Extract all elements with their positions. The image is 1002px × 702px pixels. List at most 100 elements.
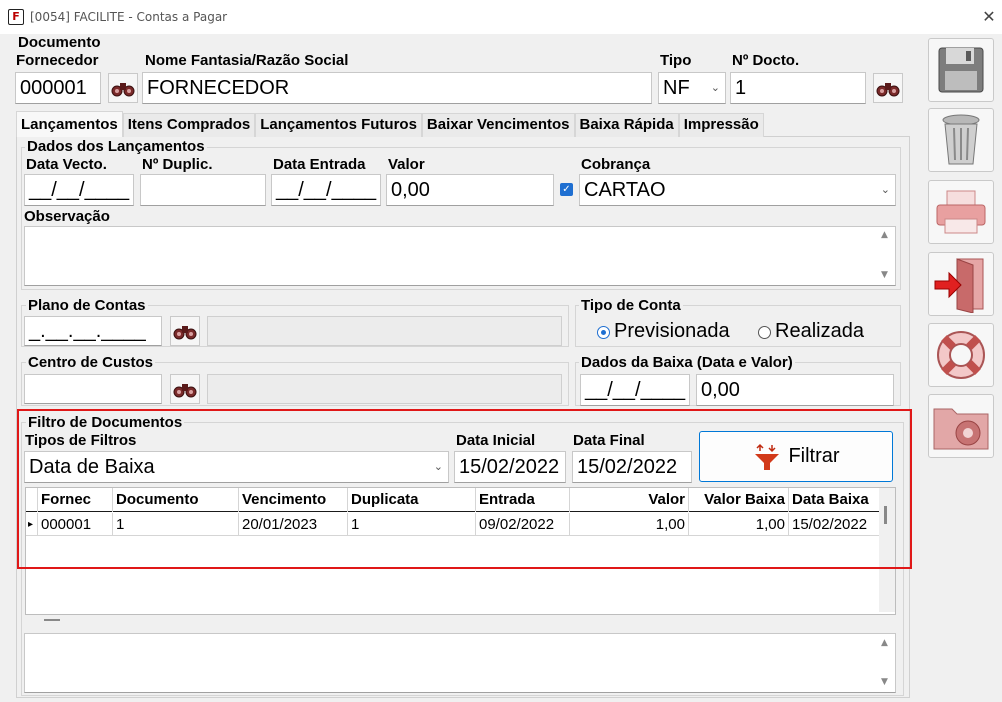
tipos-filtros-select[interactable]: Data de Baixa ⌄ [24, 451, 449, 483]
cobranca-checkbox[interactable]: ✓ [560, 183, 573, 196]
tab-baixar-vencimentos[interactable]: Baixar Vencimentos [421, 113, 575, 137]
nduplic-field[interactable] [140, 174, 266, 206]
memo-textarea[interactable] [24, 633, 896, 693]
cell-fornec: 000001 [38, 513, 113, 536]
tipo-select[interactable]: NF ⌄ [658, 72, 726, 104]
data-final-label: Data Final [573, 432, 645, 449]
plano-code-field[interactable]: _.__.__.____ [24, 316, 162, 346]
search-documento-button[interactable] [873, 73, 903, 103]
fornecedor-label: Fornecedor [16, 52, 99, 69]
grid-col-vencimento[interactable]: Vencimento [239, 488, 348, 512]
observacao-textarea[interactable] [24, 226, 896, 286]
exit-door-icon [934, 258, 984, 313]
settings-button[interactable] [928, 394, 994, 458]
lifebuoy-icon [937, 331, 985, 379]
printer-icon [936, 190, 986, 234]
table-row[interactable]: ▸ 000001 1 20/01/2023 1 09/02/2022 1,00 … [26, 513, 879, 536]
search-fornecedor-button[interactable] [108, 73, 138, 103]
filtro-group-label: Filtro de Documentos [26, 414, 185, 431]
chevron-down-icon: ⌄ [710, 82, 720, 94]
documento-label: Documento [18, 34, 101, 51]
save-button[interactable] [928, 38, 994, 102]
cell-documento: 1 [113, 513, 239, 536]
row-indicator-icon: ▸ [26, 513, 38, 536]
baixa-label: Dados da Baixa (Data e Valor) [579, 354, 795, 371]
tipo-select-value: NF [663, 77, 690, 99]
cell-vencimento: 20/01/2023 [239, 513, 348, 536]
cell-entrada: 09/02/2022 [476, 513, 570, 536]
scroll-down-icon[interactable]: ▼ [881, 270, 888, 280]
grid-col-valor[interactable]: Valor [570, 488, 689, 512]
baixa-valor-field[interactable]: 0,00 [696, 374, 894, 406]
window-title: [0054] FACILITE - Contas a Pagar [30, 10, 228, 24]
grid-bottom-edge [26, 612, 879, 614]
tab-baixa-rapida[interactable]: Baixa Rápida [574, 113, 679, 137]
app-logo-icon: F [8, 9, 24, 25]
chevron-down-icon: ⌄ [433, 461, 443, 473]
ndocto-label: Nº Docto. [732, 52, 800, 69]
data-inicial-label: Data Inicial [456, 432, 536, 449]
trash-icon [942, 114, 980, 165]
tab-lancamentos-futuros[interactable]: Lançamentos Futuros [255, 113, 422, 137]
cell-data-baixa: 15/02/2022 [792, 516, 868, 533]
data-inicial-field[interactable]: 15/02/2022 [454, 451, 566, 483]
grid-col-data-baixa[interactable]: Data Baixa [789, 488, 879, 512]
centro-desc-field [207, 374, 562, 404]
filtrar-button[interactable]: Filtrar [699, 431, 893, 482]
tipo-conta-label: Tipo de Conta [579, 297, 683, 314]
radio-realizada[interactable] [758, 326, 771, 339]
help-button[interactable] [928, 323, 994, 387]
scroll-up-icon[interactable]: ▲ [881, 638, 888, 648]
cobranca-select[interactable]: CARTAO ⌄ [579, 174, 896, 206]
radio-previsionada[interactable] [597, 326, 610, 339]
documents-grid[interactable]: Fornec Documento Vencimento Duplicata En… [25, 487, 896, 615]
cobranca-label: Cobrança [581, 156, 651, 173]
nome-field[interactable]: FORNECEDOR [142, 72, 652, 104]
close-icon[interactable]: ✕ [976, 4, 1002, 30]
binoculars-icon [876, 83, 900, 97]
data-entrada-label: Data Entrada [273, 156, 366, 173]
grid-horizontal-scroll-thumb[interactable] [44, 619, 60, 621]
valor-label: Valor [388, 156, 425, 173]
grid-vertical-scrollbar[interactable] [879, 488, 895, 612]
lancamentos-group-label: Dados dos Lançamentos [25, 138, 207, 155]
exit-button[interactable] [928, 252, 994, 316]
nduplic-label: Nº Duplic. [142, 156, 213, 173]
radio-previsionada-label: Previsionada [614, 320, 730, 342]
scroll-up-icon[interactable]: ▲ [881, 230, 888, 240]
tab-bar: Lançamentos Itens Comprados Lançamentos … [16, 111, 764, 137]
search-centro-button[interactable] [170, 374, 200, 404]
centro-code-field[interactable] [24, 374, 162, 404]
data-vecto-field[interactable]: __/__/____ [24, 174, 134, 206]
title-bar: F [0054] FACILITE - Contas a Pagar ✕ [0, 0, 1002, 34]
grid-scroll-thumb[interactable] [884, 506, 887, 524]
print-button[interactable] [928, 180, 994, 244]
tipos-filtros-value: Data de Baixa [29, 456, 155, 478]
binoculars-icon [173, 384, 197, 398]
save-icon [938, 47, 984, 93]
ndocto-field[interactable]: 1 [730, 72, 866, 104]
fornecedor-code-field[interactable]: 000001 [15, 72, 101, 104]
plano-label: Plano de Contas [26, 297, 148, 314]
scroll-down-icon[interactable]: ▼ [881, 677, 888, 687]
delete-button[interactable] [928, 108, 994, 172]
tipo-label: Tipo [660, 52, 692, 69]
data-entrada-field[interactable]: __/__/____ [271, 174, 381, 206]
tab-itens-comprados[interactable]: Itens Comprados [122, 113, 256, 137]
grid-col-entrada[interactable]: Entrada [476, 488, 570, 512]
grid-col-duplicata[interactable]: Duplicata [348, 488, 476, 512]
search-plano-button[interactable] [170, 316, 200, 346]
funnel-filter-icon [755, 443, 780, 470]
grid-header: Fornec Documento Vencimento Duplicata En… [26, 488, 879, 512]
tab-lancamentos[interactable]: Lançamentos [16, 111, 123, 137]
baixa-data-field[interactable]: __/__/____ [580, 374, 690, 406]
cobranca-select-value: CARTAO [584, 179, 666, 201]
grid-col-fornec[interactable]: Fornec [38, 488, 113, 512]
grid-indicator-header [26, 488, 38, 512]
valor-field[interactable]: 0,00 [386, 174, 554, 206]
data-final-field[interactable]: 15/02/2022 [572, 451, 692, 483]
grid-col-documento[interactable]: Documento [113, 488, 239, 512]
grid-col-valor-baixa[interactable]: Valor Baixa [689, 488, 789, 512]
tab-impressao[interactable]: Impressão [678, 113, 764, 137]
centro-label: Centro de Custos [26, 354, 156, 371]
